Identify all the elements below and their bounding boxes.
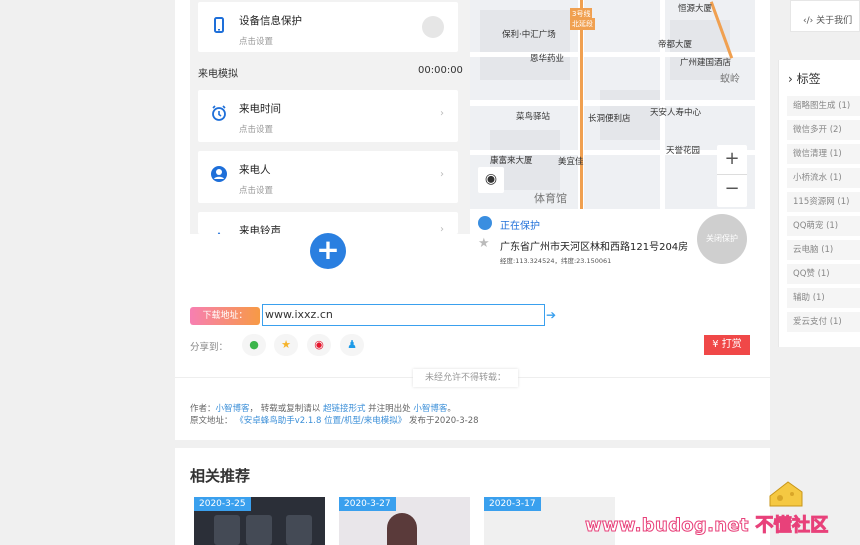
shield-icon — [478, 216, 492, 230]
map-label: 保利·中汇广场 — [502, 30, 556, 40]
chevron-right-icon: › — [440, 108, 444, 119]
reward-button[interactable]: ¥ 打赏 — [704, 335, 750, 355]
map-label: 菜鸟驿站 — [516, 112, 551, 122]
about-us-link[interactable]: ‹/› 关于我们 — [790, 0, 860, 32]
card-subtitle: 点击设置 — [239, 125, 274, 135]
author-link[interactable]: 小智博客 — [216, 404, 250, 414]
protect-panel: 正在保护 ★ 广东省广州市天河区林和西路121号204房 经度:113.3245… — [470, 209, 755, 270]
tag-item[interactable]: 115资源网 (1) — [787, 192, 860, 212]
star-icon: ★ — [478, 236, 490, 251]
card-title: 来电铃声 — [239, 225, 281, 234]
map-label: 康富来大厦 — [490, 156, 533, 166]
alarm-clock-icon — [210, 104, 228, 122]
call-time-card[interactable]: 来电时间 点击设置 › — [198, 90, 458, 142]
address-text: 广东省广州市天河区林和西路121号204房 — [500, 242, 689, 253]
tag-item[interactable]: 微信清理 (1) — [787, 144, 860, 164]
card-title: 来电人 — [239, 164, 271, 176]
call-sim-label: 来电模拟 — [198, 69, 238, 80]
tag-item[interactable]: 小桥流水 (1) — [787, 168, 860, 188]
author-prefix: 作者： — [190, 404, 216, 414]
card-subtitle: 点击设置 — [239, 186, 274, 196]
map-label: 美宜佳 — [558, 157, 584, 167]
related-card[interactable]: 2020-3-25 — [194, 497, 325, 545]
related-date: 2020-3-27 — [339, 497, 396, 511]
tag-item[interactable]: 微信多开 (2) — [787, 120, 860, 140]
card-title: 来电时间 — [239, 103, 281, 115]
map-label: 天誉花园 — [666, 146, 701, 156]
ringtone-icon — [210, 226, 228, 234]
tag-item[interactable]: 爱云支付 (1) — [787, 312, 860, 332]
download-url-field[interactable]: www.ixxz.cn — [262, 304, 545, 326]
ringtone-card[interactable]: 来电铃声 › — [198, 212, 458, 234]
map-label: 体育馆 — [534, 192, 567, 205]
map-label: 长洞便利店 — [588, 114, 631, 124]
related-heading: 相关推荐 — [190, 467, 251, 485]
chevron-right-icon: › — [440, 169, 444, 180]
map-label: 恒源大厦 — [678, 4, 713, 14]
map-label: 广州建国酒店 — [680, 58, 732, 68]
zoom-control: + − — [717, 145, 747, 207]
device-protect-card[interactable]: 设备信息保护 点击设置 — [198, 2, 458, 52]
author-text: ， 转载或复制请以 — [249, 404, 321, 414]
arrow-right-icon[interactable]: ➔ — [546, 308, 556, 322]
caller-card[interactable]: 来电人 点击设置 › — [198, 151, 458, 203]
download-label: 下载地址： — [190, 307, 260, 325]
card-subtitle: 点击设置 — [239, 37, 274, 47]
source-line: 原文地址： 《安卓蜂鸟助手v2.1.8 位置/机型/来电模拟》 发布于2020-… — [190, 414, 479, 426]
tag-item[interactable]: QQ赞 (1) — [787, 264, 860, 284]
wechat-icon[interactable]: ● — [242, 334, 266, 356]
watermark-text: www.budog.net 不懂社区 — [585, 515, 829, 537]
related-date: 2020-3-17 — [484, 497, 541, 511]
hyperlink-form-link[interactable]: 超链接形式 — [323, 404, 366, 414]
zoom-out-button[interactable]: − — [717, 175, 747, 205]
map-label: 天安人寿中心 — [650, 108, 702, 118]
source-prefix: 原文地址： — [190, 416, 233, 426]
share-label: 分享到： — [190, 342, 229, 353]
map-label: 恩华药业 — [530, 54, 565, 64]
tags-heading: › 标签 — [788, 72, 821, 86]
favorite-star-icon[interactable]: ★ — [274, 334, 298, 356]
tag-item[interactable]: 云电脑 (1) — [787, 240, 860, 260]
zoom-in-button[interactable]: + — [717, 145, 747, 175]
phone-app-panel: 设备信息保护 点击设置 来电模拟 00:00:00 来电时间 点击设置 › 来电… — [190, 0, 470, 270]
toggle-switch[interactable] — [422, 16, 444, 38]
map-label: 帝都大厦 — [658, 40, 693, 50]
tag-item[interactable]: QQ萌宠 (1) — [787, 216, 860, 236]
close-protect-button[interactable]: 关闭保护 — [697, 214, 747, 264]
card-title: 设备信息保护 — [239, 15, 302, 27]
call-sim-timer: 00:00:00 — [418, 65, 463, 76]
tags-heading-text: 标签 — [796, 72, 821, 86]
map-label: 蚁岭 — [720, 74, 740, 85]
source-article-link[interactable]: 《安卓蜂鸟助手v2.1.8 位置/机型/来电模拟》 — [235, 416, 406, 426]
chevron-right-icon: › — [440, 224, 444, 234]
copyright-notice: 未经允许不得转载： — [413, 369, 519, 387]
phone-icon — [210, 16, 228, 34]
protect-status: 正在保护 — [500, 221, 540, 232]
section-gap — [175, 440, 770, 448]
person-icon — [210, 165, 228, 183]
site-link[interactable]: 小智博客 — [413, 404, 447, 414]
related-date: 2020-3-25 — [194, 497, 251, 511]
qq-icon[interactable]: ♟ — [340, 334, 364, 356]
author-line: 作者：小智博客， 转载或复制请以 超链接形式 并注明出处 小智博客。 — [190, 402, 456, 414]
source-suffix: 发布于2020-3-28 — [409, 416, 479, 426]
coords-text: 经度:113.324524，纬度:23.150061 — [500, 257, 612, 265]
tag-item[interactable]: 缩略图生成 (1) — [787, 96, 860, 116]
author-end: 。 — [447, 404, 456, 414]
map-label: 北延段 — [570, 18, 595, 30]
author-text: 并注明出处 — [368, 404, 411, 414]
related-card[interactable]: 2020-3-27 — [339, 497, 470, 545]
weibo-icon[interactable]: ◉ — [307, 334, 331, 356]
locate-icon[interactable]: ◉ — [478, 167, 504, 193]
add-button[interactable]: + — [310, 233, 346, 269]
article-screenshot: 设备信息保护 点击设置 来电模拟 00:00:00 来电时间 点击设置 › 来电… — [190, 0, 755, 270]
tag-item[interactable]: 辅助 (1) — [787, 288, 860, 308]
cheese-logo — [768, 478, 804, 508]
